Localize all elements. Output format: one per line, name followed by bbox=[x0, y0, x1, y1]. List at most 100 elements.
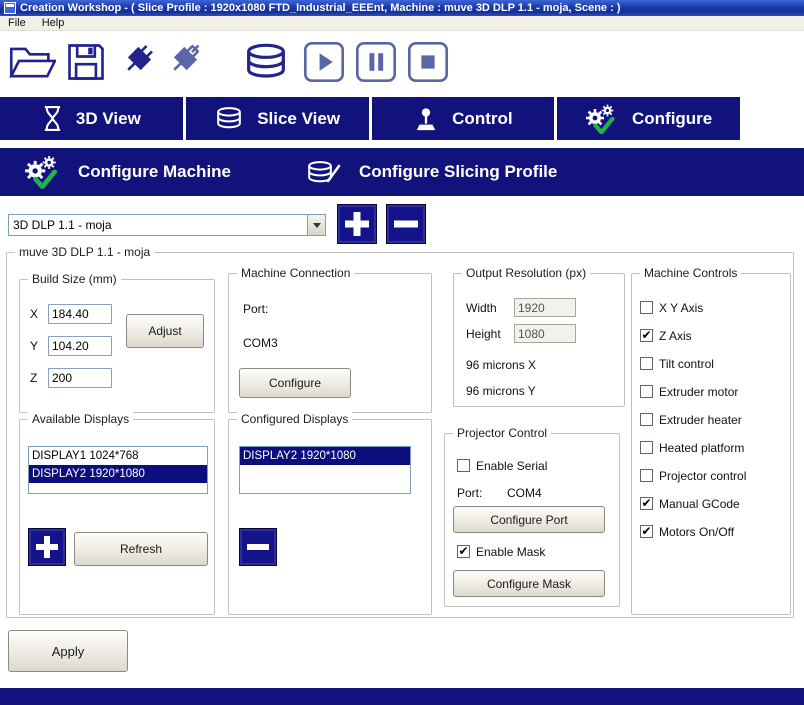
machine-select-value: 3D DLP 1.1 - moja bbox=[9, 218, 307, 232]
main-tab-bar: 3D View Slice View Control Configure bbox=[0, 97, 740, 140]
microns-x-label: 96 microns X bbox=[466, 358, 536, 372]
machine-controls-group: Machine Controls X Y Axis ✔ Z Axis Tilt … bbox=[631, 273, 791, 615]
checkbox-projector-control[interactable]: Projector control bbox=[640, 466, 790, 485]
save-floppy-icon bbox=[64, 39, 108, 85]
app-icon bbox=[4, 2, 16, 14]
machine-controls-title: Machine Controls bbox=[640, 266, 741, 280]
projector-control-title: Projector Control bbox=[453, 426, 551, 440]
tab-3d-view-label: 3D View bbox=[76, 109, 141, 129]
toolbar bbox=[0, 31, 804, 95]
configured-displays-title: Configured Displays bbox=[237, 412, 352, 426]
subtab-configure-machine[interactable]: Configure Machine bbox=[10, 155, 245, 189]
remove-display-button[interactable] bbox=[239, 528, 277, 566]
machine-select-combo[interactable]: 3D DLP 1.1 - moja bbox=[8, 214, 326, 236]
machine-group-label: muve 3D DLP 1.1 - moja bbox=[15, 245, 154, 259]
checkbox-box bbox=[640, 357, 653, 370]
tab-configure[interactable]: Configure bbox=[557, 97, 740, 140]
checkbox-heated-platform[interactable]: Heated platform bbox=[640, 438, 790, 457]
tab-slice-view[interactable]: Slice View bbox=[186, 97, 369, 140]
pause-button[interactable] bbox=[352, 37, 400, 87]
checkbox-tilt-control[interactable]: Tilt control bbox=[640, 354, 790, 373]
available-displays-list[interactable]: DISPLAY1 1024*768 DISPLAY2 1920*1080 bbox=[28, 446, 208, 494]
machine-connection-group: Machine Connection Port: COM3 Configure bbox=[228, 273, 432, 413]
configure-sub-bar: Configure Machine Configure Slicing Prof… bbox=[0, 148, 804, 196]
disconnect-button[interactable] bbox=[158, 37, 206, 87]
machine-connection-title: Machine Connection bbox=[237, 266, 354, 280]
checkbox-box bbox=[640, 413, 653, 426]
checkbox-box: ✔ bbox=[640, 497, 653, 510]
checkbox-enable-mask[interactable]: ✔ Enable Mask bbox=[457, 542, 545, 561]
projector-port-label: Port: bbox=[457, 486, 482, 500]
3d-view-icon bbox=[42, 105, 63, 132]
checkbox-xy-axis[interactable]: X Y Axis bbox=[640, 298, 790, 317]
checkbox-extruder-motor[interactable]: Extruder motor bbox=[640, 382, 790, 401]
remove-machine-button[interactable] bbox=[386, 204, 426, 244]
machine-controls-list: X Y Axis ✔ Z Axis Tilt control Extruder … bbox=[632, 274, 790, 541]
list-item-configured-display2[interactable]: DISPLAY2 1920*1080 bbox=[240, 447, 410, 465]
configure-mask-button[interactable]: Configure Mask bbox=[453, 570, 605, 597]
subtab-configure-slicing-profile-label: Configure Slicing Profile bbox=[359, 162, 557, 182]
configure-port-button[interactable]: Configure Port bbox=[453, 506, 605, 533]
y-label: Y bbox=[30, 339, 38, 353]
configure-connection-button[interactable]: Configure bbox=[239, 368, 351, 398]
build-y-input[interactable] bbox=[48, 336, 112, 356]
slice-button[interactable] bbox=[240, 37, 292, 87]
combo-dropdown-button[interactable] bbox=[307, 215, 325, 235]
width-label: Width bbox=[466, 301, 497, 315]
title-bar[interactable]: Creation Workshop - ( Slice Profile : 19… bbox=[0, 0, 804, 16]
subtab-configure-slicing-profile[interactable]: Configure Slicing Profile bbox=[291, 155, 571, 189]
tab-3d-view[interactable]: 3D View bbox=[0, 97, 183, 140]
configure-machine-gears-icon bbox=[24, 155, 62, 189]
configured-displays-list[interactable]: DISPLAY2 1920*1080 bbox=[239, 446, 411, 494]
subtab-configure-machine-label: Configure Machine bbox=[78, 162, 231, 182]
checkbox-z-axis[interactable]: ✔ Z Axis bbox=[640, 326, 790, 345]
play-icon bbox=[302, 39, 346, 85]
height-input[interactable] bbox=[514, 324, 576, 343]
checkbox-box: ✔ bbox=[457, 545, 470, 558]
list-item-display1[interactable]: DISPLAY1 1024*768 bbox=[29, 447, 207, 465]
projector-port-value: COM4 bbox=[507, 486, 542, 500]
checkbox-enable-serial[interactable]: Enable Serial bbox=[457, 456, 547, 475]
build-size-group: Build Size (mm) X Y Z Adjust bbox=[19, 279, 215, 413]
minus-glyph bbox=[394, 221, 418, 228]
checkbox-motors-onoff[interactable]: ✔ Motors On/Off bbox=[640, 522, 790, 541]
menu-help[interactable]: Help bbox=[34, 16, 73, 30]
output-resolution-group: Output Resolution (px) Width Height 96 m… bbox=[453, 273, 625, 407]
build-x-input[interactable] bbox=[48, 304, 112, 324]
width-input[interactable] bbox=[514, 298, 576, 317]
add-display-button[interactable] bbox=[28, 528, 66, 566]
stop-icon bbox=[406, 39, 450, 85]
connect-button[interactable] bbox=[112, 37, 160, 87]
open-file-button[interactable] bbox=[6, 37, 58, 87]
stop-button[interactable] bbox=[404, 37, 452, 87]
checkbox-extruder-heater[interactable]: Extruder heater bbox=[640, 410, 790, 429]
z-label: Z bbox=[30, 371, 37, 385]
output-resolution-title: Output Resolution (px) bbox=[462, 266, 590, 280]
slice-view-icon bbox=[214, 105, 244, 132]
add-machine-button[interactable] bbox=[337, 204, 377, 244]
build-z-input[interactable] bbox=[48, 368, 112, 388]
list-item-display2[interactable]: DISPLAY2 1920*1080 bbox=[29, 465, 207, 483]
save-button[interactable] bbox=[62, 37, 110, 87]
microns-y-label: 96 microns Y bbox=[466, 384, 536, 398]
disconnect-plug-icon bbox=[160, 39, 204, 85]
window-title: Creation Workshop - ( Slice Profile : 19… bbox=[20, 2, 621, 14]
checkbox-manual-gcode[interactable]: ✔ Manual GCode bbox=[640, 494, 790, 513]
apply-button[interactable]: Apply bbox=[8, 630, 128, 672]
application-window: Creation Workshop - ( Slice Profile : 19… bbox=[0, 0, 804, 705]
play-button[interactable] bbox=[300, 37, 348, 87]
port-label: Port: bbox=[243, 302, 268, 316]
adjust-button[interactable]: Adjust bbox=[126, 314, 204, 348]
menu-file[interactable]: File bbox=[0, 16, 34, 30]
slicing-profile-icon bbox=[305, 155, 343, 189]
chevron-down-icon bbox=[313, 223, 321, 228]
checkbox-box bbox=[640, 469, 653, 482]
machine-group: muve 3D DLP 1.1 - moja Build Size (mm) X… bbox=[6, 252, 794, 618]
tab-control-label: Control bbox=[452, 109, 512, 129]
checkbox-box bbox=[640, 385, 653, 398]
tab-configure-label: Configure bbox=[632, 109, 712, 129]
slice-layers-icon bbox=[242, 39, 290, 85]
build-size-title: Build Size (mm) bbox=[28, 272, 121, 286]
refresh-displays-button[interactable]: Refresh bbox=[74, 532, 208, 566]
tab-control[interactable]: Control bbox=[372, 97, 555, 140]
